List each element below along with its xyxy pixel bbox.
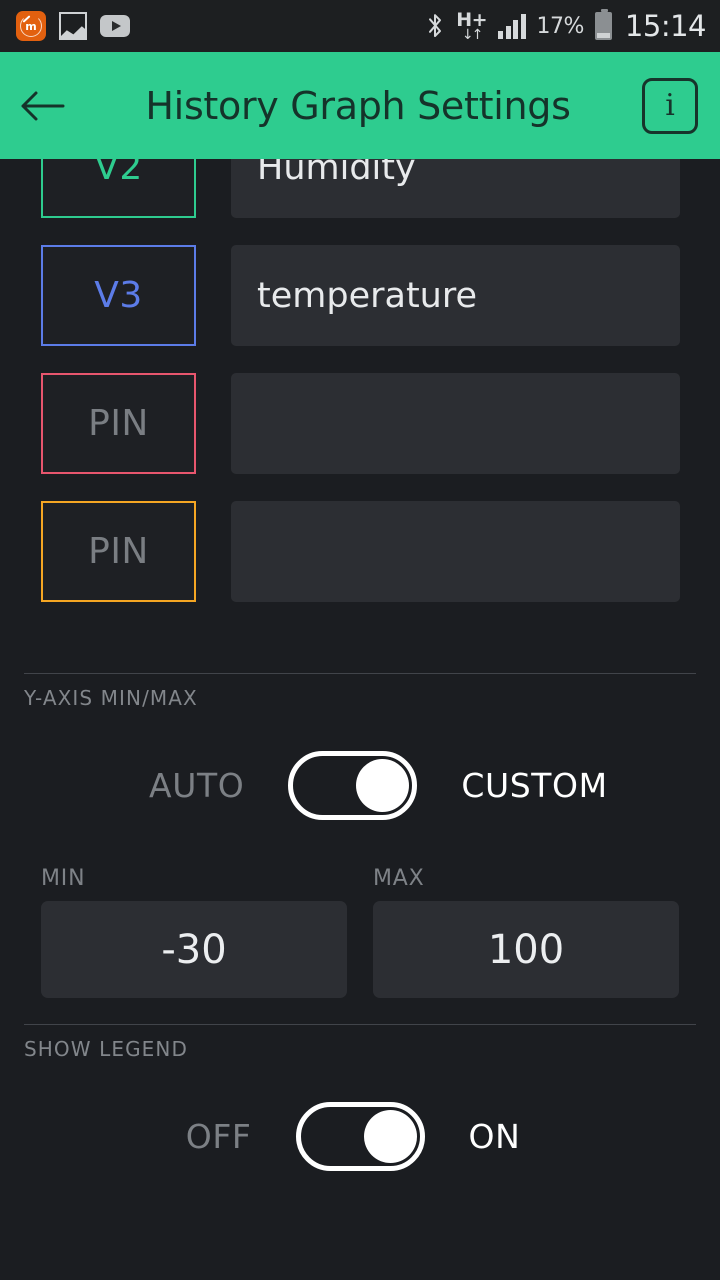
youtube-icon (100, 15, 130, 37)
back-button[interactable] (0, 52, 84, 159)
pin-label-input-v2[interactable]: Humidity (231, 159, 680, 218)
bluetooth-icon (429, 14, 442, 37)
min-label: MIN (41, 866, 86, 891)
pin-chip-v2[interactable]: V2 (41, 159, 196, 218)
history-graph-settings-screen: m H+ ↓↑ 17% 15:14 History Graph Settings… (0, 0, 720, 1280)
min-input[interactable]: -30 (41, 901, 347, 998)
battery-icon (594, 9, 612, 40)
network-activity-arrows: ↓↑ (461, 26, 484, 43)
mi-fit-icon: m (16, 11, 46, 41)
yaxis-mode-toggle-row: AUTO CUSTOM (0, 710, 720, 860)
yaxis-mode-switch[interactable] (288, 750, 418, 820)
switch-knob-icon (356, 758, 410, 812)
pin-label-input-v3[interactable]: temperature (231, 245, 680, 346)
legend-toggle-row: OFF ON (0, 1061, 720, 1211)
signal-bars-icon (498, 13, 526, 39)
pin-row: V2 Humidity (0, 159, 720, 218)
pin-chip-v3[interactable]: V3 (41, 245, 196, 346)
app-bar: History Graph Settings i (0, 52, 720, 159)
pin-chip-empty-orange[interactable]: PIN (41, 501, 196, 602)
legend-off-label[interactable]: OFF (120, 1117, 252, 1156)
network-type-icon: H+ ↓↑ (456, 10, 487, 43)
pin-row: PIN (0, 373, 720, 474)
pin-row: V3 temperature (0, 245, 720, 346)
status-bar-notification-icons: m (16, 11, 130, 41)
switch-knob-icon (363, 1109, 417, 1163)
yaxis-auto-label[interactable]: AUTO (112, 766, 244, 805)
legend-switch[interactable] (295, 1101, 425, 1171)
legend-on-label[interactable]: ON (469, 1117, 601, 1156)
pin-label-input-orange[interactable] (231, 501, 680, 602)
settings-scroll-area[interactable]: V2 Humidity V3 temperature PIN PIN Y-AXI (0, 159, 720, 1280)
page-title: History Graph Settings (145, 83, 571, 128)
back-arrow-icon (21, 91, 65, 120)
clock-label: 15:14 (624, 9, 707, 43)
status-bar-system-icons: H+ ↓↑ 17% 15:14 (425, 9, 707, 43)
info-button[interactable]: i (642, 77, 698, 134)
section-label-yaxis: Y-AXIS MIN/MAX (24, 686, 198, 710)
pin-label-input-red[interactable] (231, 373, 680, 474)
pin-chip-empty-red[interactable]: PIN (41, 373, 196, 474)
pin-row: PIN (0, 501, 720, 602)
status-bar: m H+ ↓↑ 17% 15:14 (0, 0, 720, 52)
minmax-row: MIN -30 MAX 100 (0, 866, 720, 998)
gallery-icon (59, 12, 87, 40)
min-field-group: MIN -30 (41, 866, 347, 998)
max-label: MAX (373, 866, 425, 891)
yaxis-custom-label[interactable]: CUSTOM (461, 766, 607, 805)
max-input[interactable]: 100 (373, 901, 679, 998)
battery-percent-label: 17% (536, 13, 585, 39)
section-label-legend: SHOW LEGEND (24, 1037, 188, 1061)
max-field-group: MAX 100 (373, 866, 679, 998)
